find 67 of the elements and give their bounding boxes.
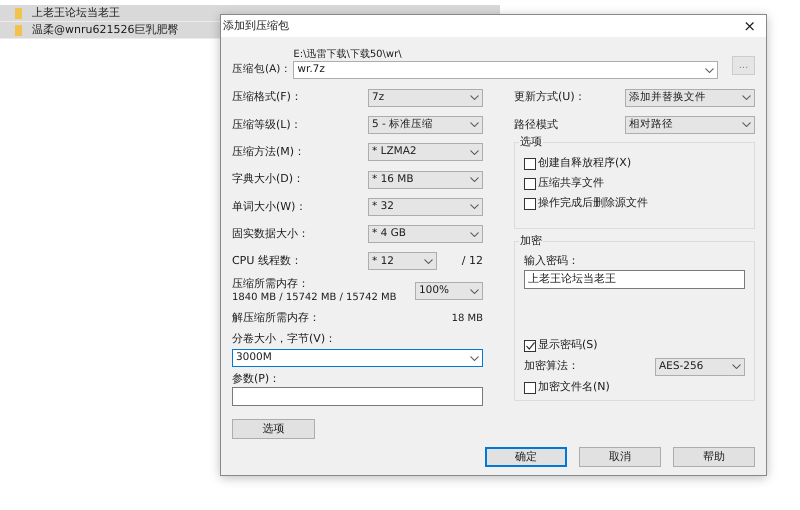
field-label: 压缩所需内存： [232, 277, 310, 292]
chevron-down-icon [732, 364, 741, 370]
chevron-down-icon [705, 68, 714, 72]
dropdown[interactable]: AES-256 [655, 358, 745, 376]
window-title: 添加到压缩包 [223, 18, 289, 34]
dropdown[interactable]: 相对路径 [625, 116, 755, 134]
chevron-down-icon [742, 95, 751, 100]
chevron-down-icon [470, 232, 479, 237]
field-label: 字典大小(D)： [232, 171, 304, 188]
field-label: 单词大小(W)： [232, 198, 306, 215]
dropdown[interactable]: * LZMA2 [368, 143, 483, 162]
checkmark-icon [526, 342, 534, 350]
memory-value: 18 MB [452, 312, 483, 326]
field-label: 输入密码： [524, 252, 580, 269]
field-label: 压缩等级(L)： [232, 116, 302, 133]
field-label: 固实数据大小： [232, 226, 309, 242]
chevron-down-icon [470, 288, 479, 294]
chevron-down-icon [470, 204, 479, 210]
field-label: 参数(P)： [232, 371, 282, 388]
close-button[interactable]: × [743, 18, 756, 34]
thread-count: / 12 [462, 253, 483, 270]
dropdown[interactable]: 100% [415, 282, 483, 300]
chevron-down-icon [470, 122, 479, 128]
dialog-button[interactable]: 取消 [579, 447, 661, 468]
checkbox[interactable] [524, 382, 536, 394]
field-label: 路径模式 [514, 116, 558, 133]
chevron-down-icon [470, 150, 479, 155]
checkbox-label: 显示密码(S) [538, 337, 598, 354]
checkbox-label: 加密文件名(N) [538, 379, 610, 396]
field-label: CPU 线程数： [232, 254, 302, 268]
dropdown[interactable]: 添加并替换文件 [625, 88, 755, 107]
checkbox[interactable] [524, 158, 536, 170]
options-button[interactable]: 选项 [232, 419, 315, 440]
dialog-button[interactable]: 确定 [485, 447, 567, 468]
parameters-field[interactable] [232, 387, 483, 406]
chevron-down-icon [742, 122, 751, 128]
field-label: 压缩包(A)： [232, 62, 292, 77]
dialog-button[interactable]: 帮助 [673, 447, 755, 468]
chevron-down-icon [470, 95, 479, 100]
checkbox-label: 创建自释放程序(X) [538, 155, 632, 172]
dropdown[interactable]: wr.7z [293, 61, 718, 79]
chevron-down-icon [424, 258, 433, 264]
checkbox-label: 压缩共享文件 [538, 175, 604, 192]
dropdown[interactable]: 7z [368, 88, 483, 107]
folder-icon [15, 8, 22, 18]
dropdown[interactable]: 3000M [232, 349, 483, 368]
chevron-down-icon [470, 177, 479, 182]
field-label: 加密算法： [524, 358, 579, 374]
checkbox-label: 操作完成后删除源文件 [538, 195, 648, 212]
dropdown[interactable]: * 32 [368, 198, 483, 216]
dropdown[interactable]: * 4 GB [368, 225, 483, 244]
memory-usage: 1840 MB / 15742 MB / 15742 MB [232, 291, 397, 306]
chevron-down-icon [470, 356, 479, 361]
field-label: 压缩格式(F)： [232, 89, 302, 106]
field-label: 分卷大小，字节(V)： [232, 331, 338, 348]
dropdown[interactable]: 5 - 标准压缩 [368, 116, 483, 134]
field-label: 更新方式(U)： [514, 89, 586, 106]
dropdown[interactable]: * 16 MB [368, 170, 483, 189]
field-label: 压缩方法(M)： [232, 144, 306, 160]
checkbox[interactable] [524, 178, 536, 190]
folder-icon [15, 24, 22, 36]
dropdown[interactable]: * 12 [368, 252, 437, 270]
field-label: 解压缩所需内存： [232, 310, 320, 326]
archive-path: E:\迅雷下载\下载50\wr\ [293, 48, 403, 61]
password-field[interactable]: 上老王论坛当老王 [524, 270, 745, 289]
checkbox[interactable] [524, 198, 536, 210]
checkbox[interactable] [524, 340, 536, 352]
